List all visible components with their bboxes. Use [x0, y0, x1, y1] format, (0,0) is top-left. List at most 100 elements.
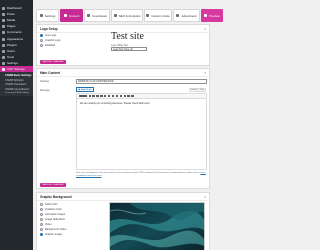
message-editor[interactable]: We are working on something awesome. Ple… [76, 93, 207, 170]
adjust-icon [176, 14, 180, 17]
clock-icon [86, 14, 90, 17]
heading-value: WEBSITE IS OF MAINTENANCE [78, 80, 114, 83]
media-icon [2, 18, 5, 22]
background-option[interactable]: Background Video [40, 228, 66, 231]
tab-preview[interactable]: Preview [201, 9, 223, 22]
sidebar-item-label: Dashboard [7, 5, 22, 10]
code-icon [146, 14, 150, 17]
quote-icon[interactable] [104, 94, 107, 98]
radio-button[interactable] [40, 203, 43, 206]
align-left-icon[interactable] [107, 94, 111, 98]
align-right-icon[interactable] [115, 94, 119, 98]
background-option[interactable]: Image Slideshow [40, 218, 65, 221]
logo-option-graphic[interactable]: Graphic Logo [40, 39, 61, 42]
logo-setup-panel: Logo Setup ▾ Text Logo Graphic Logo Disa… [36, 24, 210, 66]
settings-icon [2, 61, 5, 65]
collapse-icon[interactable]: ▾ [204, 195, 206, 199]
unlink-icon[interactable] [123, 94, 126, 98]
logo-text-value: Logo Text Here (1) [113, 47, 133, 51]
format-select-icon[interactable] [79, 94, 87, 98]
csp-icon [2, 67, 5, 71]
radio-label: Background Video [45, 228, 67, 231]
tab-adjustment[interactable]: Adjustment [173, 9, 200, 22]
content-icon [63, 14, 67, 17]
toolbar-toggle-icon[interactable] [131, 94, 134, 98]
radio-button[interactable] [40, 223, 43, 226]
sidebar-item-label: Users [7, 48, 15, 53]
radio-label: Graphic Logo [45, 39, 61, 42]
more-icon[interactable] [127, 94, 130, 98]
settings-tabs: Settings Content Countdown SEO & Analyti… [36, 9, 248, 22]
panel-title: Main Content [40, 71, 61, 75]
message-label: Message [40, 89, 50, 92]
sidebar-item-label: Pages [7, 23, 16, 28]
italic-icon[interactable] [92, 94, 95, 98]
bold-icon[interactable] [88, 94, 91, 98]
plugin-icon [2, 43, 5, 47]
background-option[interactable]: Video [40, 223, 52, 226]
collapse-icon[interactable]: ▾ [204, 71, 206, 75]
sidebar-item-label: Tools [7, 54, 15, 59]
graphic-background-panel: Graphic Background ▾ Solid Color Gradien… [36, 192, 210, 250]
background-option[interactable]: Solid Color [40, 203, 58, 206]
radio-button[interactable] [40, 34, 43, 37]
submenu-item[interactable]: CSMM Whitelist [5, 79, 23, 82]
bullet-list-icon[interactable] [96, 94, 99, 98]
radio-button[interactable] [40, 233, 43, 236]
divider [37, 200, 209, 201]
site-title-preview: Test site [111, 31, 144, 42]
radio-button[interactable] [40, 228, 43, 231]
background-option[interactable]: Graphic Image [40, 233, 62, 236]
radio-label: Animated Images [45, 213, 66, 216]
sidebar-item-label: Comments [7, 29, 22, 34]
tab-custom-code[interactable]: Custom Code [144, 9, 172, 22]
panel-title: Graphic Background [40, 195, 72, 199]
radio-label: Graphic Image [45, 233, 63, 236]
dashboard-icon [2, 6, 5, 10]
tab-settings[interactable]: Settings [36, 9, 59, 22]
admin-sidebar: Dashboard Posts Media Pages Comments App… [0, 0, 33, 250]
submenu-item[interactable]: Licensing & Add Settings [5, 92, 29, 95]
align-center-icon[interactable] [111, 94, 115, 98]
submenu-item[interactable]: CSMM Translation [5, 83, 26, 86]
brush-icon [2, 37, 5, 41]
tab-countdown[interactable]: Countdown [84, 9, 110, 22]
tab-content[interactable]: Content [60, 9, 83, 22]
radio-label: Disabled [45, 44, 56, 47]
message-help-text: Enter the text displayed as the main con… [76, 172, 207, 177]
sidebar-item-comments[interactable]: Comments [0, 29, 33, 35]
panel-title: Logo Setup [40, 27, 58, 31]
user-icon [2, 49, 5, 53]
save-all-changes-button[interactable]: SAVE ALL CHANGES [40, 183, 66, 187]
heading-input[interactable]: WEBSITE IS OF MAINTENANCE [76, 79, 207, 84]
tab-seo-analytics[interactable]: SEO & Analytics [111, 9, 143, 22]
submenu-item[interactable]: CSMM Import/Export [5, 88, 29, 91]
collapse-icon[interactable]: ▾ [204, 27, 206, 31]
save-all-changes-button[interactable]: SAVE ALL CHANGES [40, 60, 66, 64]
background-option[interactable]: Animated Images [40, 213, 65, 216]
radio-button[interactable] [40, 213, 43, 216]
gear-icon [39, 14, 43, 17]
radio-button[interactable] [40, 218, 43, 221]
comment-icon [2, 30, 5, 34]
radio-button[interactable] [40, 39, 43, 42]
link-icon[interactable] [119, 94, 123, 98]
eye-icon [204, 14, 208, 17]
radio-button[interactable] [40, 208, 43, 211]
background-image-preview[interactable] [109, 202, 205, 250]
tab-label: Countdown [91, 13, 108, 18]
radio-button[interactable] [40, 44, 43, 47]
add-media-label: Add Media [81, 88, 92, 91]
text-tab[interactable]: Text [198, 88, 207, 92]
background-option[interactable]: Gradient Color [40, 208, 62, 211]
numbered-list-icon[interactable] [100, 94, 103, 98]
submenu-item[interactable]: CSMM Basic Settings [5, 74, 32, 77]
editor-body-text: We are working on something awesome. Ple… [80, 102, 151, 105]
logo-option-text[interactable]: Text Logo [40, 34, 56, 37]
add-media-button[interactable]: ▣ Add Media [76, 87, 94, 92]
radio-label: Image Slideshow [45, 218, 65, 221]
wrench-icon [2, 55, 5, 59]
logo-option-disabled[interactable]: Disabled [40, 44, 55, 47]
logo-text-field[interactable]: Logo Text Here (1) [111, 47, 147, 51]
radio-label: Text Logo [45, 34, 57, 37]
